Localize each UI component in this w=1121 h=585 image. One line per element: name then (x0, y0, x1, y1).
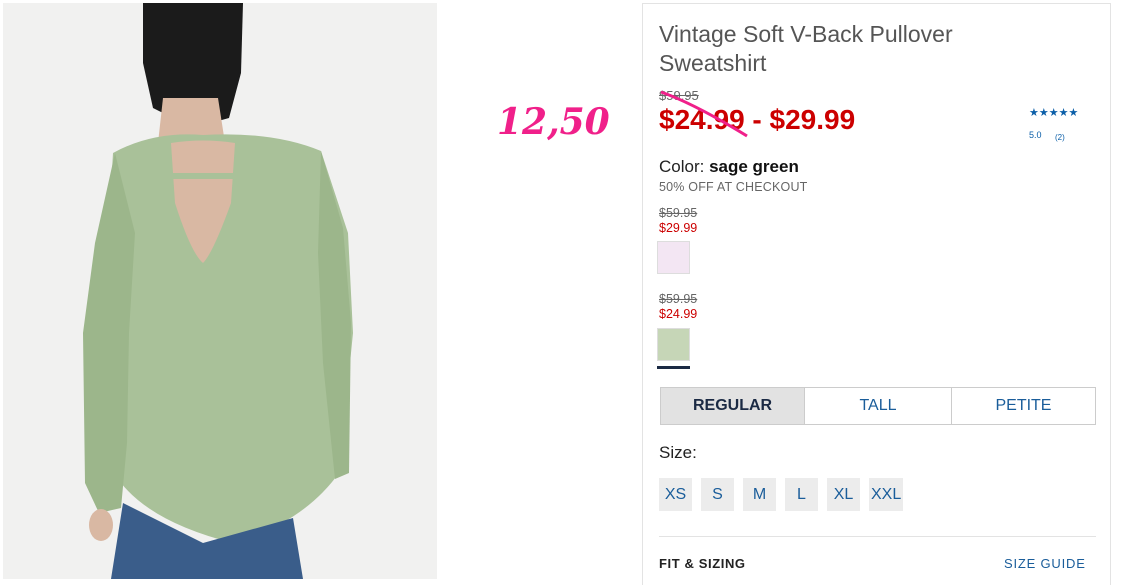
size-button-xxl[interactable]: XXL (869, 478, 904, 511)
color-label: Color: sage green (659, 157, 799, 177)
tab-regular[interactable]: REGULAR (661, 388, 805, 424)
sweatshirt-photo (3, 3, 437, 579)
rating-summary[interactable]: ★★★★★ 5.0 (2) (1029, 106, 1099, 142)
promo-text: 50% OFF AT CHECKOUT (659, 180, 808, 194)
fit-tabs: REGULAR TALL PETITE (660, 387, 1096, 425)
price-high: $29.99 (769, 104, 856, 135)
size-button-m[interactable]: M (743, 478, 776, 511)
product-details-panel: Vintage Soft V-Back Pullover Sweatshirt … (642, 3, 1111, 585)
size-button-xs[interactable]: XS (659, 478, 692, 511)
color-prefix: Color: (659, 157, 710, 176)
swatch-original-price: $59.95 (659, 206, 698, 220)
rating-value: 5.0 (1029, 130, 1042, 140)
color-swatch-lavender[interactable] (657, 241, 690, 274)
size-guide-link[interactable]: SIZE GUIDE (1004, 556, 1086, 571)
rating-count[interactable]: (2) (1055, 133, 1065, 142)
selected-color: sage green (709, 157, 799, 176)
size-button-s[interactable]: S (701, 478, 734, 511)
swatch-sale-price: $29.99 (659, 221, 698, 235)
size-label: Size: (659, 443, 697, 462)
tab-tall[interactable]: TALL (804, 388, 951, 424)
swatch-original-price: $59.95 (659, 292, 698, 306)
tab-petite[interactable]: PETITE (950, 388, 1095, 424)
hand-strike-mark (660, 90, 748, 138)
fit-sizing-heading[interactable]: FIT & SIZING (659, 556, 746, 571)
size-button-l[interactable]: L (785, 478, 818, 511)
star-rating-icon: ★★★★★ (1029, 107, 1079, 119)
selected-swatch-indicator (657, 366, 690, 369)
product-image[interactable] (3, 3, 437, 579)
size-options: XS S M L XL XXL (659, 478, 904, 511)
divider (659, 536, 1096, 537)
price-annotation: 12,50 (497, 101, 610, 143)
color-swatch-sage-green[interactable] (657, 328, 690, 361)
size-button-xl[interactable]: XL (827, 478, 860, 511)
product-title: Vintage Soft V-Back Pullover Sweatshirt (659, 21, 953, 76)
swatch-sale-price: $24.99 (659, 307, 698, 321)
